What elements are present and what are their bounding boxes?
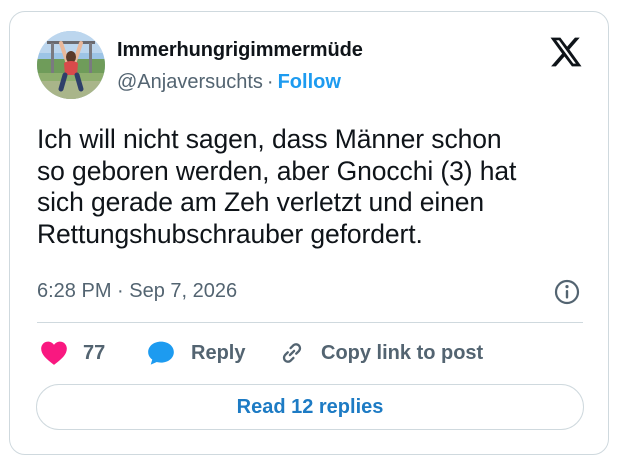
like-count: 77 xyxy=(83,341,106,364)
timestamp[interactable]: 6:28 PM · Sep 7, 2026 xyxy=(37,280,237,303)
profile-photo xyxy=(37,31,105,99)
x-logo-icon[interactable] xyxy=(550,37,583,67)
separator-dot: · xyxy=(266,71,274,93)
tweet-text: Ich will nicht sagen, dass Männer schon … xyxy=(37,124,517,249)
tweet-card: Immerhungrigimmermüde @Anjaversuchts · Fol… xyxy=(9,11,609,455)
copy-link-button[interactable]: Copy link to post xyxy=(278,338,483,368)
like-button[interactable]: 77 xyxy=(40,338,105,368)
link-icon xyxy=(282,343,302,363)
user-handle[interactable]: @Anjaversuchts xyxy=(117,71,263,93)
reply-label: Reply xyxy=(191,341,246,364)
copy-link-label: Copy link to post xyxy=(321,341,484,364)
display-name[interactable]: Immerhungrigimmermüde xyxy=(117,39,363,62)
heart-icon xyxy=(41,341,67,365)
reply-button[interactable]: Reply xyxy=(147,338,245,368)
follow-button[interactable]: Follow xyxy=(278,71,341,93)
reply-bubble-icon xyxy=(148,341,174,365)
handle-row: @Anjaversuchts · Follow xyxy=(117,71,341,94)
divider xyxy=(37,322,583,323)
read-replies-button[interactable]: Read 12 replies xyxy=(36,384,584,430)
avatar[interactable] xyxy=(37,31,105,99)
info-icon[interactable] xyxy=(553,278,581,306)
